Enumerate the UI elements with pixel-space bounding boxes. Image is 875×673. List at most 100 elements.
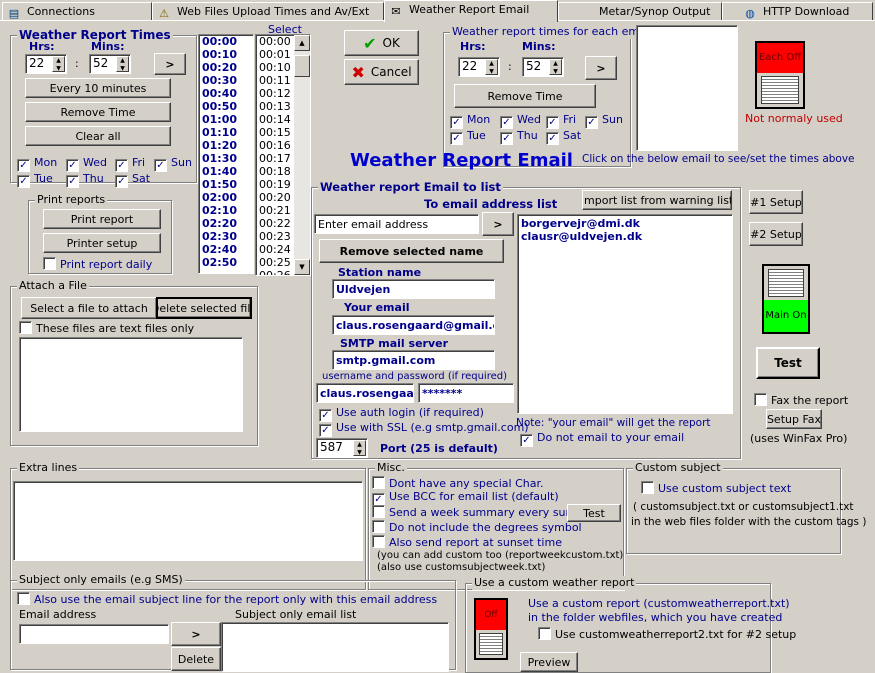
- select-minutes-list[interactable]: 00:00 00:01 00:10 00:11 00:12 00:13 00:14 00:15…: [255, 34, 311, 276]
- checkbox[interactable]: [372, 476, 385, 489]
- time-list-item[interactable]: 02:00: [199, 191, 253, 204]
- station-name-input[interactable]: Uldvejen: [332, 279, 495, 299]
- spin-arrows-icon[interactable]: ▲ ▼: [353, 440, 366, 456]
- minutes-spinner[interactable]: 52 ▲ ▼: [89, 54, 131, 74]
- checkbox[interactable]: ✓: [66, 159, 79, 172]
- checkbox[interactable]: [538, 627, 551, 640]
- smtp-server-input[interactable]: smtp.gmail.com: [332, 350, 495, 370]
- email-day-thu[interactable]: ✓ Thu: [500, 129, 538, 145]
- time-list-item[interactable]: 01:40: [199, 165, 253, 178]
- no-self-email-option[interactable]: ✓ Do not email to your email: [520, 431, 684, 447]
- username-input[interactable]: claus.rosengaard@gmail.com: [316, 383, 414, 403]
- main-on-lamp[interactable]: Main On: [762, 264, 810, 334]
- time-list-item[interactable]: 02:40: [199, 243, 253, 256]
- every-10-minutes-button[interactable]: Every 10 minutes: [25, 78, 171, 98]
- day-tue[interactable]: ✓ Tue: [17, 172, 53, 188]
- subject-only-email-list[interactable]: [221, 622, 449, 672]
- misc-option-special-char[interactable]: Dont have any special Char.: [372, 476, 543, 490]
- recipient-list[interactable]: borgervejr@dmi.dk clausr@uldvejen.dk: [517, 214, 733, 414]
- checkbox[interactable]: ✓: [319, 424, 332, 437]
- misc-option-degrees[interactable]: Do not include the degrees symbol: [372, 520, 582, 534]
- email-day-tue[interactable]: ✓ Tue: [450, 129, 486, 145]
- subject-delete-button[interactable]: Delete: [171, 647, 221, 671]
- email-times-list[interactable]: [636, 25, 738, 151]
- spin-arrows-icon[interactable]: ▲ ▼: [52, 56, 65, 72]
- preview-button[interactable]: Preview: [520, 652, 578, 672]
- email-address-input[interactable]: Enter email address: [314, 214, 479, 234]
- email-minutes-spinner[interactable]: 52 ▲ ▼: [522, 57, 564, 77]
- print-daily-option[interactable]: Print report daily: [43, 257, 152, 271]
- subject-email-input[interactable]: [19, 624, 169, 644]
- checkbox[interactable]: ✓: [500, 132, 513, 145]
- checkbox[interactable]: [19, 321, 32, 334]
- tab-http-download[interactable]: ◍ HTTP Download: [722, 2, 873, 21]
- checkbox[interactable]: ✓: [500, 116, 513, 129]
- tab-metar-synop[interactable]: Metar/Synop Output: [558, 2, 722, 21]
- report-times-list[interactable]: 00:00 00:10 00:20 00:30 00:40 00:50 01:00 01:10…: [198, 34, 254, 274]
- day-sat[interactable]: ✓ Sat: [115, 172, 150, 188]
- fax-report-option[interactable]: Fax the report: [754, 393, 848, 407]
- checkbox[interactable]: ✓: [154, 159, 167, 172]
- time-list-item[interactable]: 00:20: [199, 61, 253, 74]
- print-report-button[interactable]: Print report: [43, 209, 161, 229]
- select-file-button[interactable]: Select a file to attach: [21, 297, 157, 319]
- add-email-button[interactable]: >: [482, 212, 514, 236]
- import-warning-list-button[interactable]: Import list from warning list: [582, 190, 732, 210]
- cancel-button[interactable]: ✖ Cancel: [344, 59, 419, 85]
- remove-time-button[interactable]: Remove Time: [25, 102, 171, 122]
- hours-spinner[interactable]: 22 ▲ ▼: [25, 54, 67, 74]
- time-list-item[interactable]: 01:20: [199, 139, 253, 152]
- ok-button[interactable]: ✔ OK: [344, 30, 419, 56]
- scroll-down-icon[interactable]: ▼: [294, 259, 310, 275]
- select-scrollbar[interactable]: ▲ ▼: [294, 35, 310, 275]
- checkbox[interactable]: [17, 592, 30, 605]
- time-list-item[interactable]: 02:10: [199, 204, 253, 217]
- attached-files-list[interactable]: [19, 337, 243, 432]
- add-time-button[interactable]: >: [154, 53, 186, 75]
- email-day-fri[interactable]: ✓ Fri: [546, 113, 576, 129]
- checkbox[interactable]: ✓: [115, 175, 128, 188]
- checkbox[interactable]: [372, 535, 385, 548]
- week-summary-test-button[interactable]: Test: [567, 504, 621, 522]
- your-email-input[interactable]: claus.rosengaard@gmail.com: [332, 315, 495, 335]
- time-list-item[interactable]: 02:20: [199, 217, 253, 230]
- custom-subject-option[interactable]: Use custom subject text: [641, 481, 791, 495]
- time-list-item[interactable]: 01:50: [199, 178, 253, 191]
- recipient-item[interactable]: clausr@uldvejen.dk: [518, 230, 732, 243]
- checkbox[interactable]: ✓: [66, 175, 79, 188]
- each-off-lamp[interactable]: Each Off: [755, 41, 805, 109]
- extra-lines-textarea[interactable]: [13, 481, 363, 561]
- text-files-only-option[interactable]: These files are text files only: [19, 321, 194, 335]
- password-input[interactable]: *******: [418, 383, 514, 403]
- port-spinner[interactable]: 587 ▲ ▼: [316, 438, 368, 458]
- misc-option-week-summary[interactable]: Send a week summary every sunday: [372, 505, 593, 519]
- checkbox[interactable]: [372, 505, 385, 518]
- setup-1-button[interactable]: #1 Setup: [749, 190, 803, 214]
- checkbox[interactable]: ✓: [17, 159, 30, 172]
- day-wed[interactable]: ✓ Wed: [66, 156, 107, 172]
- auth-login-option[interactable]: ✓ Use auth login (if required): [319, 406, 484, 422]
- checkbox[interactable]: ✓: [546, 132, 559, 145]
- setup-fax-button[interactable]: Setup Fax: [766, 409, 822, 429]
- checkbox[interactable]: [372, 520, 385, 533]
- time-list-item[interactable]: 02:30: [199, 230, 253, 243]
- checkbox[interactable]: ✓: [546, 116, 559, 129]
- spin-arrows-icon[interactable]: ▲ ▼: [116, 56, 129, 72]
- email-day-wed[interactable]: ✓ Wed: [500, 113, 541, 129]
- recipient-item[interactable]: borgervejr@dmi.dk: [518, 217, 732, 230]
- checkbox[interactable]: ✓: [450, 116, 463, 129]
- setup-2-button[interactable]: #2 Setup: [749, 222, 803, 246]
- time-list-item[interactable]: 01:00: [199, 113, 253, 126]
- time-list-item[interactable]: 02:50: [199, 256, 253, 269]
- checkbox[interactable]: [43, 257, 56, 270]
- checkbox[interactable]: ✓: [17, 175, 30, 188]
- misc-option-sunset[interactable]: Also send report at sunset time: [372, 535, 562, 549]
- ssl-option[interactable]: ✓ Use with SSL (e.g smtp.gmail.com): [319, 421, 529, 437]
- custom-report-2-option[interactable]: Use customweatherreport2.txt for #2 setu…: [538, 627, 796, 641]
- time-list-item[interactable]: 01:10: [199, 126, 253, 139]
- time-list-item[interactable]: 00:50: [199, 100, 253, 113]
- tab-weather-report-email[interactable]: ✉ Weather Report Email: [384, 0, 558, 22]
- email-day-sun[interactable]: ✓ Sun: [585, 113, 623, 129]
- email-add-time-button[interactable]: >: [585, 56, 617, 80]
- time-list-item[interactable]: 00:30: [199, 74, 253, 87]
